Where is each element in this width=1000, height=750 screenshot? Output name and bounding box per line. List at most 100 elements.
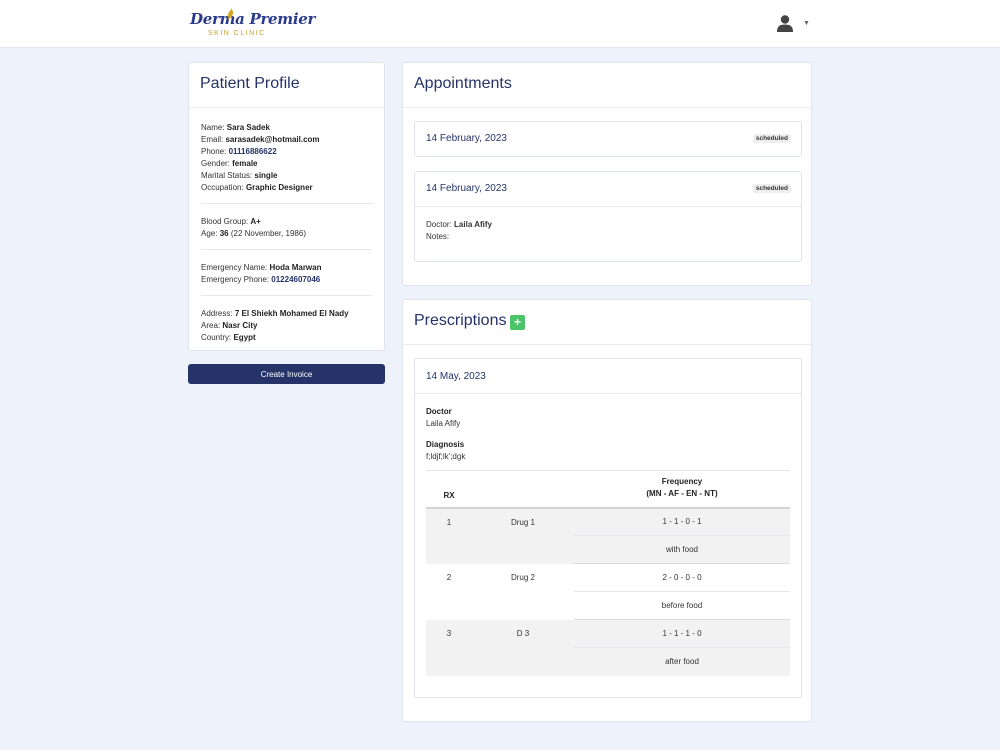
frequency-header: Frequency (MN - AF - EN - NT) bbox=[574, 470, 790, 509]
age-label: Age: bbox=[201, 229, 218, 238]
drug-header bbox=[472, 470, 574, 509]
prescription-header[interactable]: 14 May, 2023 bbox=[415, 359, 801, 394]
notes-label: Notes: bbox=[426, 232, 450, 241]
appointment-date: 14 February, 2023 bbox=[426, 133, 507, 144]
user-avatar-icon bbox=[777, 15, 793, 32]
drug-name: Drug 2 bbox=[510, 572, 535, 582]
name-value: Sara Sadek bbox=[226, 123, 270, 132]
marital-value: single bbox=[254, 171, 278, 180]
gender-value: female bbox=[232, 159, 258, 168]
appointment-header[interactable]: 14 February, 2023 scheduled bbox=[415, 122, 801, 156]
email-label: Email: bbox=[201, 135, 224, 144]
gender-row: Gender: female bbox=[201, 158, 372, 170]
emergency-name-value: Hoda Marwan bbox=[269, 263, 322, 272]
doctor-value: Laila Afify bbox=[454, 220, 492, 229]
create-invoice-button[interactable]: Create Invoice bbox=[188, 364, 385, 384]
emergency-phone-label: Emergency Phone: bbox=[201, 275, 270, 284]
table-header-row: RX Frequency (MN - AF - EN - NT) bbox=[426, 470, 790, 509]
profile-header: Patient Profile bbox=[189, 63, 384, 108]
patient-profile-card: Patient Profile Name: Sara Sadek Email: … bbox=[188, 62, 385, 351]
area-label: Area: bbox=[201, 321, 221, 330]
divider bbox=[201, 249, 372, 250]
blood-value: A+ bbox=[250, 217, 261, 226]
dob-value: (22 November, 1986) bbox=[230, 229, 306, 238]
country-row: Country: Egypt bbox=[201, 332, 372, 344]
occupation-row: Occupation: Graphic Designer bbox=[201, 182, 372, 194]
emergency-name-label: Emergency Name: bbox=[201, 263, 268, 272]
address-label: Address: bbox=[201, 309, 233, 318]
clinic-logo[interactable]: Derma Premier SKIN CLINIC bbox=[190, 8, 315, 42]
logo-flame-icon bbox=[228, 8, 234, 20]
diagnosis-label: Diagnosis bbox=[426, 440, 465, 449]
name-label: Name: bbox=[201, 123, 225, 132]
blood-row: Blood Group: A+ bbox=[201, 216, 372, 228]
area-row: Area: Nasr City bbox=[201, 320, 372, 332]
emergency-phone-link[interactable]: 01224607046 bbox=[271, 275, 320, 284]
email-row: Email: sarasadek@hotmail.com bbox=[201, 134, 372, 146]
email-value: sarasadek@hotmail.com bbox=[225, 135, 320, 144]
doctor-label: Doctor bbox=[426, 407, 452, 416]
rx-number: 2 bbox=[446, 572, 452, 582]
emergency-name-row: Emergency Name: Hoda Marwan bbox=[201, 262, 372, 274]
doctor-row: Doctor: Laila Afify bbox=[426, 219, 790, 231]
diagnosis-value: f;ldjf;lk';dgk bbox=[426, 452, 466, 461]
appointment-header[interactable]: 14 February, 2023 scheduled bbox=[415, 172, 801, 206]
rx-header: RX bbox=[426, 470, 472, 509]
appointment-date: 14 February, 2023 bbox=[426, 183, 507, 194]
user-menu[interactable]: ▼ bbox=[776, 14, 810, 34]
frequency-value: 2 - 0 - 0 - 0 bbox=[574, 563, 790, 592]
prescription-table: RX Frequency (MN - AF - EN - NT) 1 Drug … bbox=[426, 470, 790, 676]
frequency-value: 1 - 1 - 1 - 0 bbox=[574, 619, 790, 648]
divider bbox=[201, 295, 372, 296]
country-value: Egypt bbox=[233, 333, 256, 342]
appointment-details: Doctor: Laila Afify Notes: bbox=[415, 206, 801, 243]
drug-name: Drug 1 bbox=[472, 507, 574, 564]
marital-label: Marital Status: bbox=[201, 171, 253, 180]
divider bbox=[201, 203, 372, 204]
prescriptions-card: Prescriptions + 14 May, 2023 Doctor Lail… bbox=[402, 299, 812, 722]
age-row: Age: 36 (22 November, 1986) bbox=[201, 228, 372, 240]
name-row: Name: Sara Sadek bbox=[201, 122, 372, 134]
prescription-body: Doctor Laila Afify Diagnosis f;ldjf;lk';… bbox=[415, 394, 801, 463]
logo-sub-text: SKIN CLINIC bbox=[208, 30, 266, 37]
instruction-value: after food bbox=[574, 647, 790, 676]
emergency-phone-row: Emergency Phone: 01224607046 bbox=[201, 274, 372, 286]
profile-body: Name: Sara Sadek Email: sarasadek@hotmai… bbox=[189, 108, 384, 344]
frequency-header-sub: (MN - AF - EN - NT) bbox=[646, 488, 718, 498]
appointments-header: Appointments bbox=[403, 63, 811, 108]
prescription-date: 14 May, 2023 bbox=[426, 371, 486, 382]
doctor-label: Doctor: bbox=[426, 220, 452, 229]
profile-title: Patient Profile bbox=[200, 75, 300, 92]
area-value: Nasr City bbox=[222, 321, 258, 330]
occupation-value: Graphic Designer bbox=[245, 183, 313, 192]
age-value: 36 bbox=[219, 229, 229, 238]
table-row: 3 D 3 1 - 1 - 1 - 0 after food bbox=[426, 619, 790, 676]
appointment-item[interactable]: 14 February, 2023 scheduled Doctor: Lail… bbox=[414, 171, 802, 262]
table-row: 2 Drug 2 2 - 0 - 0 - 0 before food bbox=[426, 563, 790, 620]
add-prescription-button[interactable]: + bbox=[510, 315, 525, 330]
instruction-value: before food bbox=[574, 591, 790, 620]
gender-label: Gender: bbox=[201, 159, 230, 168]
address-value: 7 El Shiekh Mohamed El Nady bbox=[234, 309, 349, 318]
prescriptions-header: Prescriptions + bbox=[403, 300, 811, 345]
prescription-item: 14 May, 2023 Doctor Laila Afify Diagnosi… bbox=[414, 358, 802, 698]
drug-name: D 3 bbox=[472, 619, 574, 676]
appointment-item[interactable]: 14 February, 2023 scheduled bbox=[414, 121, 802, 157]
appointments-title: Appointments bbox=[414, 75, 512, 92]
table-row: 1 Drug 1 1 - 1 - 0 - 1 with food bbox=[426, 507, 790, 564]
doctor-value: Laila Afify bbox=[426, 419, 461, 428]
rx-number: 1 bbox=[426, 507, 472, 564]
instruction-value: with food bbox=[574, 535, 790, 564]
occupation-label: Occupation: bbox=[201, 183, 244, 192]
country-label: Country: bbox=[201, 333, 232, 342]
frequency-header-label: Frequency bbox=[661, 476, 703, 486]
address-row: Address: 7 El Shiekh Mohamed El Nady bbox=[201, 308, 372, 320]
appointments-card: Appointments 14 February, 2023 scheduled… bbox=[402, 62, 812, 286]
logo-script-text: Derma Premier bbox=[190, 10, 316, 28]
blood-label: Blood Group: bbox=[201, 217, 249, 226]
plus-icon: + bbox=[513, 315, 521, 329]
caret-down-icon: ▼ bbox=[803, 20, 810, 27]
marital-row: Marital Status: single bbox=[201, 170, 372, 182]
phone-link[interactable]: 01116886622 bbox=[229, 147, 277, 156]
top-navbar: Derma Premier SKIN CLINIC ▼ bbox=[0, 0, 1000, 48]
